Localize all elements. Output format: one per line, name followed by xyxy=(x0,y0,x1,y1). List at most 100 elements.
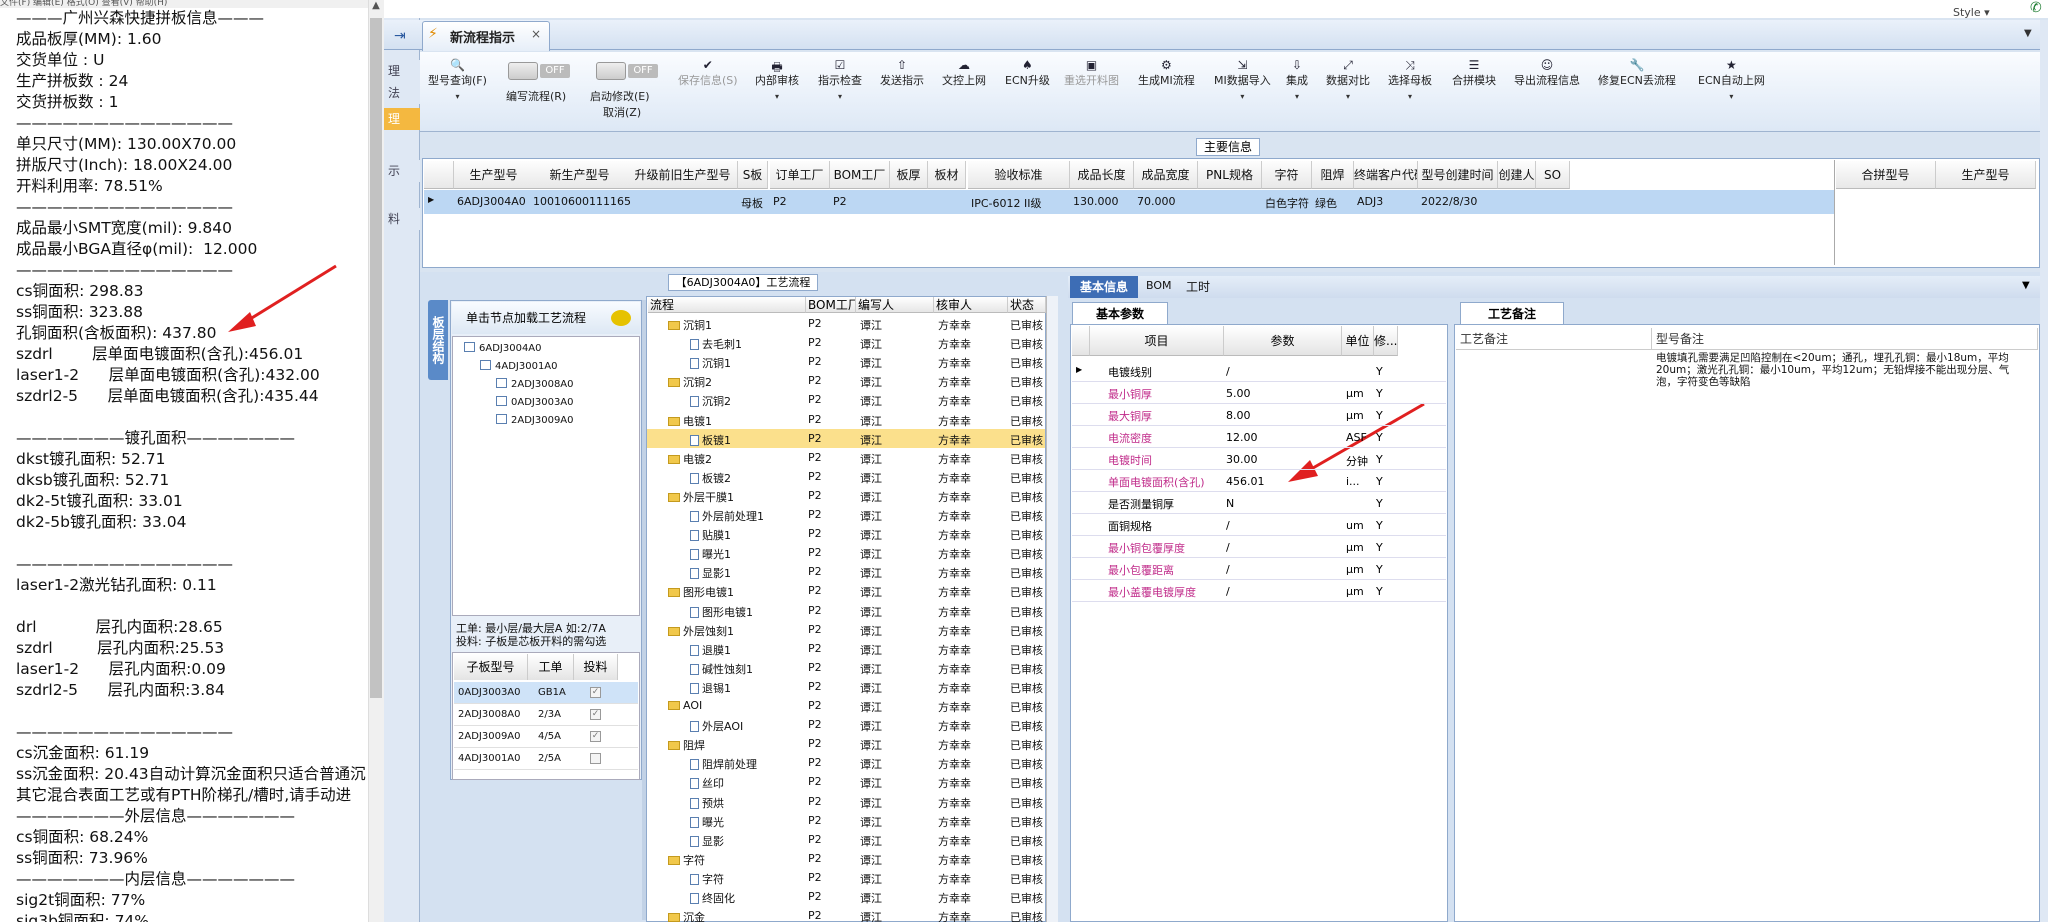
param-value[interactable]: 5.00 xyxy=(1226,387,1340,400)
tab-board-structure[interactable]: 板层结构 xyxy=(428,300,448,380)
chevron-down-icon[interactable]: ▼ xyxy=(2024,28,2032,39)
tab-basic-params[interactable]: 基本参数 xyxy=(1072,302,1168,324)
pin-icon[interactable]: ⇥ xyxy=(394,28,406,44)
style-dropdown[interactable]: Style ▾ xyxy=(1953,6,1990,19)
column-header[interactable]: 单位 xyxy=(1342,326,1374,356)
tab-basic-info[interactable]: 基本信息 xyxy=(1070,276,1138,298)
column-header[interactable]: 生产型号 xyxy=(1936,161,2036,189)
toolbar-button[interactable]: ⤨ 选择母板 ▾ xyxy=(1388,58,1432,101)
tree-node[interactable]: 2ADJ3009A0 xyxy=(496,414,574,426)
column-header[interactable]: BOM工厂 xyxy=(830,161,890,189)
toolbar-button[interactable]: ⚙ 生成MI流程 xyxy=(1138,58,1195,88)
column-header[interactable]: 生产型号 xyxy=(454,161,534,189)
nav-item[interactable]: 理 xyxy=(384,108,420,130)
toggle-switch[interactable] xyxy=(508,62,538,80)
tree-node[interactable]: 0ADJ3003A0 xyxy=(496,396,574,408)
tree-node[interactable]: 2ADJ3008A0 xyxy=(496,378,574,390)
chevron-down-icon[interactable]: ▾ xyxy=(1214,92,1271,101)
scroll-up-icon[interactable]: ▲ xyxy=(368,0,384,16)
checkbox[interactable] xyxy=(590,753,601,764)
chevron-down-icon[interactable]: ▾ xyxy=(755,92,799,101)
column-header[interactable]: 阻焊 xyxy=(1312,161,1354,189)
chevron-down-icon[interactable]: ▾ xyxy=(1388,92,1432,101)
toolbar-button[interactable]: ✔ 保存信息(S) xyxy=(678,58,738,88)
comment-icon[interactable] xyxy=(611,310,631,326)
toolbar-button[interactable]: ☺ 导出流程信息 xyxy=(1514,58,1580,88)
param-value[interactable]: N xyxy=(1226,497,1340,510)
notepad-text-area[interactable]: ———广州兴森快捷拼板信息——— 成品板厚(MM): 1.60 交货单位 : U 生产… xyxy=(16,8,372,922)
column-header[interactable]: PNL规格 xyxy=(1198,161,1262,189)
nav-item[interactable]: 法 xyxy=(384,82,420,104)
param-value[interactable]: 30.00 xyxy=(1226,453,1340,466)
toolbar-button[interactable]: ☰ 合拼模块 xyxy=(1452,58,1496,88)
column-header[interactable]: 板厚 xyxy=(890,161,928,189)
column-header[interactable]: 终端客户代码 xyxy=(1354,161,1418,189)
column-header[interactable]: 订单工厂 xyxy=(770,161,830,189)
phone-icon[interactable]: ✆ xyxy=(2030,0,2042,16)
column-header[interactable]: SO xyxy=(1536,161,1570,189)
chevron-down-icon[interactable]: ▾ xyxy=(1326,92,1370,101)
toolbar-button[interactable]: ⇧ 发送指示 xyxy=(880,58,924,88)
checkbox[interactable]: ✓ xyxy=(590,709,601,720)
param-value[interactable]: 456.01 xyxy=(1226,475,1340,488)
column-header[interactable]: 板材 xyxy=(928,161,966,189)
toolbar-button[interactable]: 取消(Z) xyxy=(603,104,641,120)
param-value[interactable]: / xyxy=(1226,585,1340,598)
column-header[interactable]: BOM工厂 xyxy=(806,297,856,313)
tab-bom[interactable]: BOM xyxy=(1146,279,1172,292)
column-header[interactable]: 核审人 xyxy=(934,297,1008,313)
tab-work-hours[interactable]: 工时 xyxy=(1186,278,1210,295)
column-header[interactable]: 参数 xyxy=(1224,326,1342,356)
checkbox[interactable]: ✓ xyxy=(590,687,601,698)
checkbox[interactable]: ✓ xyxy=(590,731,601,742)
chevron-down-icon[interactable]: ▾ xyxy=(428,92,487,101)
column-header[interactable]: 合拼型号 xyxy=(1836,161,1936,189)
column-header[interactable]: S板 xyxy=(738,161,768,189)
column-header[interactable]: 修... xyxy=(1374,326,1398,356)
param-value[interactable]: 8.00 xyxy=(1226,409,1340,422)
column-header[interactable]: 新生产型号 xyxy=(530,161,630,189)
column-header[interactable]: 工单 xyxy=(528,654,574,680)
column-header[interactable]: 升级前旧生产型号 xyxy=(628,161,738,189)
toolbar-button[interactable]: 🖶 内部审核 ▾ xyxy=(755,58,799,101)
notepad-menu-bar[interactable]: 文件(F) 编辑(E) 格式(O) 查看(V) 帮助(H) xyxy=(0,0,370,8)
toolbar-button[interactable]: 编写流程(R) xyxy=(506,88,566,104)
toolbar-button[interactable]: ♠ ECN升级 xyxy=(1005,58,1050,88)
nav-item[interactable]: 料 xyxy=(384,208,420,230)
column-header[interactable]: 验收标准 xyxy=(968,161,1070,189)
param-value[interactable]: / xyxy=(1226,563,1340,576)
column-header[interactable]: 项目 xyxy=(1090,326,1224,356)
toolbar-button[interactable]: 启动修改(E) xyxy=(590,88,650,104)
notepad-scroll-thumb[interactable] xyxy=(370,18,382,698)
column-header[interactable]: 成品长度 xyxy=(1070,161,1134,189)
param-value[interactable]: / xyxy=(1226,541,1340,554)
toggle-switch[interactable] xyxy=(596,62,626,80)
chevron-down-icon[interactable]: ▾ xyxy=(818,92,862,101)
toolbar-button[interactable]: ⇲ MI数据导入 ▾ xyxy=(1214,58,1271,101)
param-value[interactable]: 12.00 xyxy=(1226,431,1340,444)
param-value[interactable]: / xyxy=(1226,365,1340,378)
column-header[interactable]: 子板型号 xyxy=(454,654,528,680)
column-header[interactable]: 创建人 xyxy=(1498,161,1536,189)
toolbar-button[interactable]: ★ ECN自动上网 ▾ xyxy=(1698,58,1765,101)
nav-item[interactable]: 理 xyxy=(384,60,420,82)
chevron-down-icon[interactable]: ▼ xyxy=(2022,280,2030,291)
process-scrollbar[interactable] xyxy=(1046,296,1058,922)
toolbar-button[interactable]: ⇩ 集成 ▾ xyxy=(1286,58,1308,101)
column-header[interactable]: 投料 xyxy=(574,654,618,680)
chevron-down-icon[interactable]: ▾ xyxy=(1286,92,1308,101)
column-header[interactable]: 字符 xyxy=(1262,161,1312,189)
tree-node[interactable]: 6ADJ3004A0 xyxy=(464,342,542,354)
toolbar-button[interactable]: 🔍 型号查询(F) ▾ xyxy=(428,58,487,101)
nav-item[interactable]: 示 xyxy=(384,160,420,182)
column-header[interactable]: 成品宽度 xyxy=(1134,161,1198,189)
column-header[interactable]: 型号创建时间 xyxy=(1418,161,1498,189)
param-value[interactable]: / xyxy=(1226,519,1340,532)
column-header[interactable]: 流程 xyxy=(648,297,806,313)
column-header[interactable]: 编写人 xyxy=(856,297,934,313)
close-icon[interactable]: × xyxy=(531,27,541,41)
column-header[interactable]: 状态 xyxy=(1008,297,1046,313)
toolbar-button[interactable]: ▣ 重选开料图 xyxy=(1064,58,1119,88)
chevron-down-icon[interactable]: ▾ xyxy=(1698,92,1765,101)
toolbar-button[interactable]: 🔧 修复ECN丢流程 xyxy=(1598,58,1676,88)
